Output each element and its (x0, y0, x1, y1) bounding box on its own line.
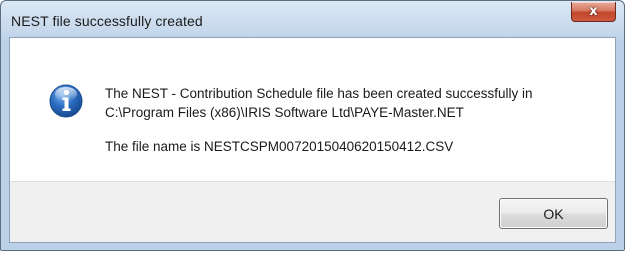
message-dialog: NEST file successfully created x The NES… (0, 0, 625, 251)
message-line-1: The NEST - Contribution Schedule file ha… (105, 86, 533, 101)
button-bar: OK (10, 181, 615, 242)
dialog-body: The NEST - Contribution Schedule file ha… (9, 37, 616, 243)
message-line-2: C:\Program Files (x86)\IRIS Software Ltd… (105, 105, 464, 120)
message-text: The NEST - Contribution Schedule file ha… (105, 84, 532, 156)
ok-button[interactable]: OK (499, 198, 608, 229)
dialog-title: NEST file successfully created (11, 13, 203, 29)
title-bar[interactable]: NEST file successfully created x (1, 1, 624, 37)
close-icon: x (589, 4, 598, 19)
information-icon (49, 84, 83, 118)
message-area: The NEST - Contribution Schedule file ha… (10, 38, 615, 181)
message-line-3: The file name is NESTCSPM007201504062015… (105, 139, 454, 154)
close-button[interactable]: x (571, 2, 616, 22)
